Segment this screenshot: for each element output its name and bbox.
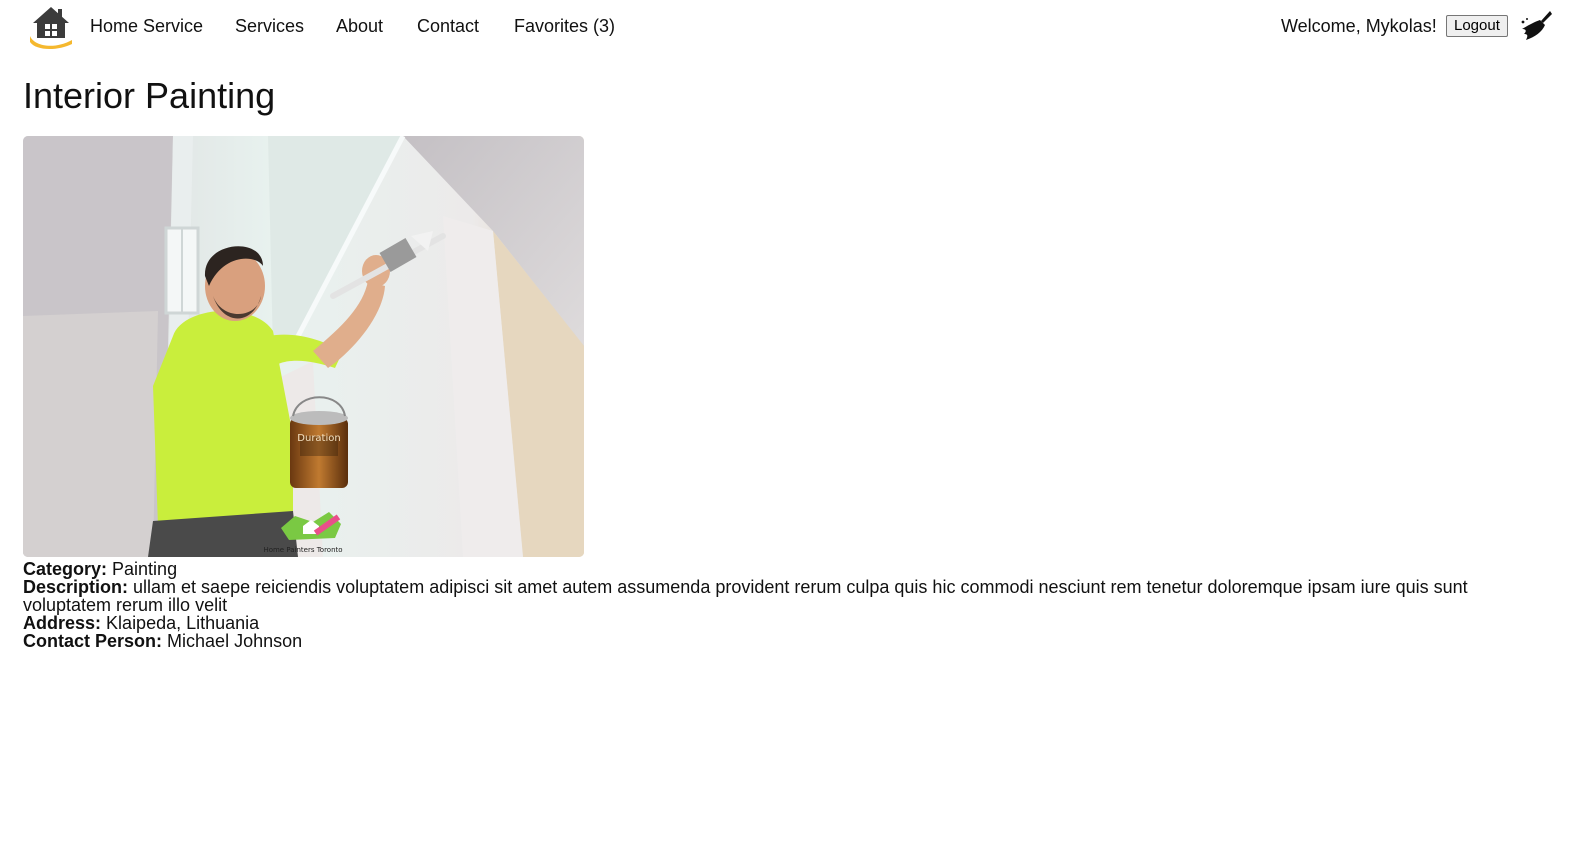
detail-address: Address: Klaipeda, Lithuania <box>23 614 1493 632</box>
nav-favorites[interactable]: Favorites (3) <box>514 15 615 37</box>
description-value: ullam et saepe reiciendis voluptatem adi… <box>23 577 1468 615</box>
nav-about[interactable]: About <box>336 15 383 37</box>
top-navbar: Home Service Services About Contact Favo… <box>0 0 1573 52</box>
nav-services[interactable]: Services <box>235 15 304 37</box>
house-hand-logo-icon[interactable] <box>28 4 74 50</box>
welcome-message: Welcome, Mykolas! <box>1281 16 1437 36</box>
detail-category: Category: Painting <box>23 560 1493 578</box>
logout-button[interactable]: Logout <box>1446 15 1508 37</box>
contact-value: Michael Johnson <box>167 631 303 651</box>
contact-label: Contact Person: <box>23 631 163 651</box>
service-details: Category: Painting Description: ullam et… <box>23 560 1493 650</box>
nav-contact[interactable]: Contact <box>417 15 479 37</box>
paint-can-label: Duration <box>297 433 340 444</box>
category-value: Painting <box>112 559 178 579</box>
detail-contact: Contact Person: Michael Johnson <box>23 632 1493 650</box>
nav-home-service[interactable]: Home Service <box>90 15 203 37</box>
page-title: Interior Painting <box>23 75 276 116</box>
broom-icon[interactable] <box>1520 10 1552 42</box>
image-watermark: Home Painters Toronto <box>263 546 342 554</box>
detail-description: Description: ullam et saepe reiciendis v… <box>23 578 1493 614</box>
description-label: Description: <box>23 577 129 597</box>
address-label: Address: <box>23 613 102 633</box>
service-image: Duration Home Painters Toronto <box>23 136 584 557</box>
category-label: Category: <box>23 559 108 579</box>
address-value: Klaipeda, Lithuania <box>106 613 260 633</box>
